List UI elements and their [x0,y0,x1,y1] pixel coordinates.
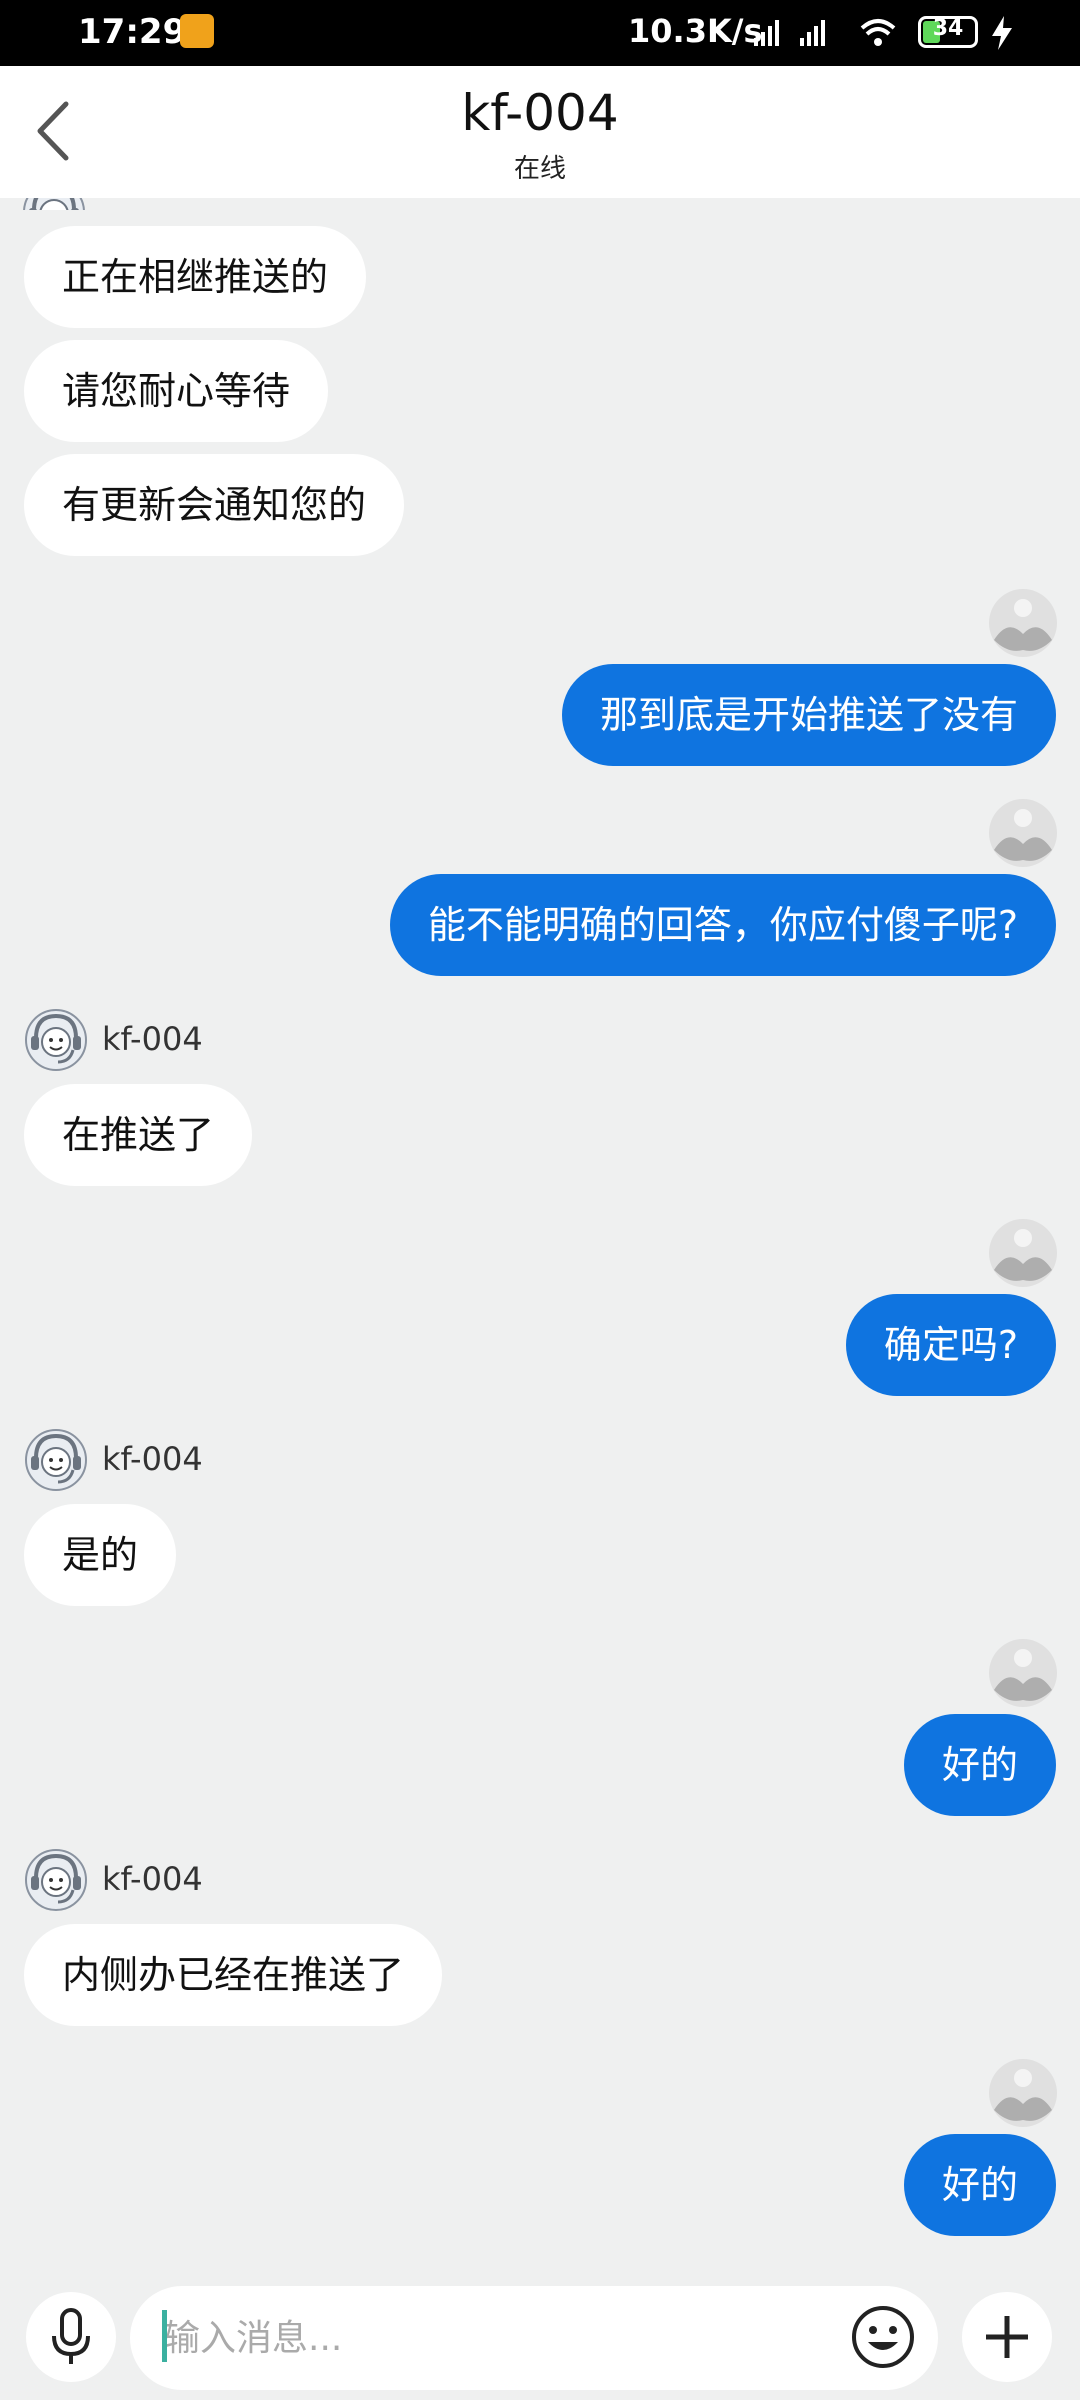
status-time: 17:29 [78,12,187,52]
smiley-icon [852,2306,914,2368]
text-cursor [162,2310,167,2362]
message-bubble-outgoing[interactable]: 好的 [903,1714,1056,1816]
message-input[interactable] [130,2286,938,2390]
user-avatar [989,1639,1057,1707]
agent-avatar [22,198,86,210]
composer-bar [0,2280,1080,2400]
agent-avatar[interactable] [24,1008,88,1072]
battery-icon: 34 [918,16,978,48]
battery-level: 34 [932,16,964,41]
message-bubble-incoming[interactable]: 有更新会通知您的 [24,454,405,556]
agent-avatar[interactable] [24,1848,88,1912]
message-bubble-outgoing[interactable]: 那到底是开始推送了没有 [561,664,1056,766]
emoji-button[interactable] [850,2304,916,2370]
message-bubble-incoming[interactable]: 是的 [24,1504,177,1606]
voice-button[interactable] [26,2292,116,2382]
message-bubble-incoming[interactable]: 在推送了 [24,1084,253,1186]
notification-app-icon [180,14,214,48]
sender-name: kf-004 [102,1020,203,1058]
contact-status: 在线 [513,154,566,184]
signal-wifi-icons [754,19,896,46]
agent-avatar[interactable] [24,1428,88,1492]
user-avatar [989,1219,1057,1287]
user-avatar [989,799,1057,867]
user-avatar [989,2059,1057,2127]
sender-name: kf-004 [102,1860,203,1898]
message-bubble-incoming[interactable]: 正在相继推送的 [24,226,367,328]
network-speed: 10.3K/s [628,12,763,50]
plus-icon [986,2316,1028,2358]
user-avatar [989,589,1057,657]
message-bubble-incoming[interactable]: 请您耐心等待 [24,340,329,442]
microphone-icon [52,2308,90,2364]
contact-name: kf-004 [461,84,619,142]
sender-name: kf-004 [102,1440,203,1478]
message-bubble-incoming[interactable]: 内侧办已经在推送了 [24,1924,443,2026]
message-list[interactable]: 正在相继推送的 请您耐心等待 有更新会通知您的 那到底是开始推送了没有 能不能明… [0,198,1080,2280]
charging-icon [992,16,1012,50]
status-bar: 17:29 10.3K/s 34 [0,0,1080,66]
message-bubble-outgoing[interactable]: 好的 [903,2134,1056,2236]
chat-header: kf-004 在线 [0,66,1080,198]
message-bubble-outgoing[interactable]: 确定吗? [845,1294,1056,1396]
message-bubble-outgoing[interactable]: 能不能明确的回答，你应付傻子呢? [389,874,1056,976]
attach-button[interactable] [962,2292,1052,2382]
